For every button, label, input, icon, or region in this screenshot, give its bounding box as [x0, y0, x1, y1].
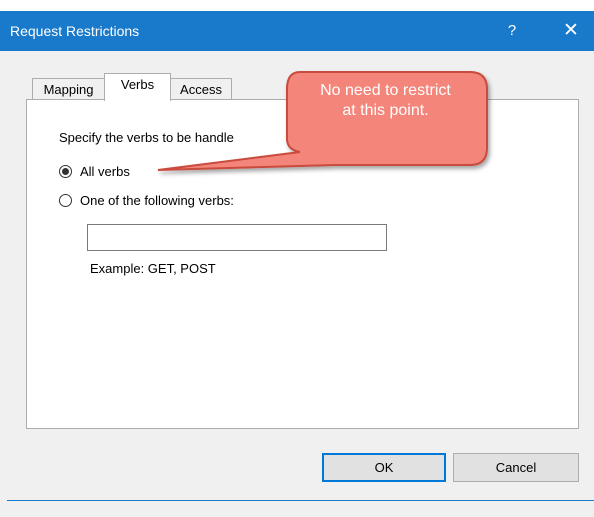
tab-verbs[interactable]: Verbs	[104, 73, 171, 101]
top-strip	[0, 0, 594, 11]
all-verbs-label: All verbs	[80, 164, 130, 179]
help-button[interactable]: ?	[496, 15, 528, 47]
cancel-button[interactable]: Cancel	[453, 453, 579, 482]
callout-line-1: No need to restrict	[320, 82, 451, 99]
example-text: Example: GET, POST	[90, 261, 216, 276]
one-of-verbs-label: One of the following verbs:	[80, 193, 234, 208]
all-verbs-radio[interactable]	[59, 165, 72, 178]
title-bar[interactable]: Request Restrictions ? ✕	[0, 11, 594, 51]
ok-button[interactable]: OK	[322, 453, 446, 482]
request-restrictions-dialog: Request Restrictions ? ✕ Mapping Verbs A…	[0, 0, 594, 517]
one-of-verbs-radio[interactable]	[59, 194, 72, 207]
bottom-divider	[7, 500, 594, 501]
close-button[interactable]: ✕	[555, 15, 587, 47]
callout-line-2: at this point.	[342, 102, 429, 119]
tab-access[interactable]: Access	[170, 78, 232, 100]
verbs-input[interactable]	[87, 224, 387, 251]
tab-mapping[interactable]: Mapping	[32, 78, 105, 100]
window-title: Request Restrictions	[10, 23, 140, 39]
verbs-description: Specify the verbs to be handle	[59, 130, 234, 145]
all-verbs-option[interactable]: All verbs	[59, 164, 130, 179]
callout-text: No need to restrict at this point.	[298, 81, 473, 121]
one-of-verbs-option[interactable]: One of the following verbs:	[59, 193, 234, 208]
